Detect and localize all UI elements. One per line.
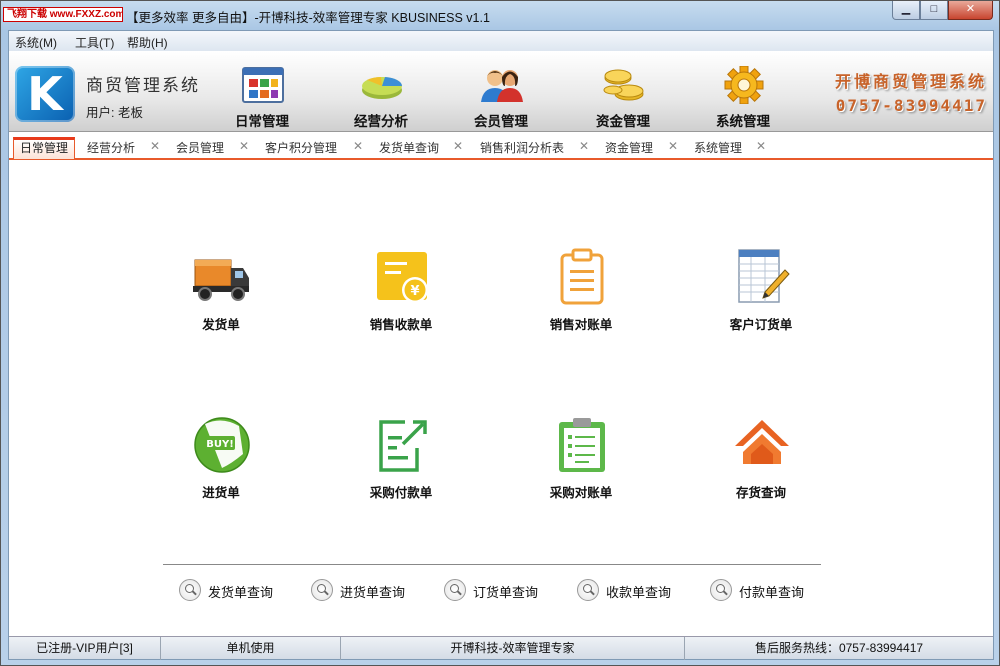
window-controls: ▁ □ ✕ [892, 1, 993, 20]
tab-close-icon[interactable]: ✕ [239, 139, 249, 153]
coins-icon [603, 69, 644, 101]
quick-label: 发货单查询 [208, 585, 274, 600]
tile-label: 存货查询 [735, 486, 786, 500]
tab-close-icon[interactable]: ✕ [353, 139, 363, 153]
brand-block: 开博商贸管理系统 0757-83994417 [835, 68, 987, 115]
brand-phone: 0757-83994417 [835, 96, 987, 115]
app-header: K 商贸管理系统 用户: 老板 日常管理 经营分析 会员管理 资金管理 系统管理… [9, 52, 993, 132]
truck-icon [193, 259, 249, 301]
menu-tools[interactable]: 工具(T) [75, 34, 114, 51]
quick-label: 进货单查询 [340, 585, 406, 600]
divider [163, 564, 821, 565]
search-icon [311, 579, 333, 601]
status-hotline: 售后服务热线：0757-83994417 [754, 641, 924, 655]
tile-label: 销售对账单 [549, 318, 613, 332]
quick-label: 收款单查询 [606, 585, 672, 600]
search-icon [179, 579, 201, 601]
search-icon [577, 579, 599, 601]
status-company: 开博科技-效率管理专家 [341, 637, 685, 660]
pie-chart-icon [362, 77, 403, 99]
document-arrow-icon [379, 420, 427, 472]
clipboard-icon [560, 248, 604, 305]
calendar-grid-icon [242, 67, 284, 103]
maximize-button[interactable]: □ [920, 1, 948, 20]
menu-system[interactable]: 系统(M) [15, 34, 57, 51]
tile-label: 采购付款单 [369, 486, 433, 500]
tab-fund-management[interactable]: 资金管理 [605, 137, 653, 159]
close-button[interactable]: ✕ [948, 1, 993, 20]
tab-close-icon[interactable]: ✕ [453, 139, 463, 153]
tile-purchase-statement[interactable]: 采购对账单 [521, 414, 641, 524]
watermark-badge: 飞翔下载 www.FXXZ.com [3, 7, 123, 22]
nav-label: 日常管理 [235, 114, 289, 129]
spreadsheet-pencil-icon [738, 249, 790, 303]
tile-customer-order[interactable]: 客户订货单 [701, 246, 821, 356]
tab-close-icon[interactable]: ✕ [150, 139, 160, 153]
tile-label: 发货单 [202, 318, 240, 332]
tab-close-icon[interactable]: ✕ [579, 139, 589, 153]
app-logo: K [15, 66, 75, 122]
title-bar: 飞翔下载 www.FXXZ.com 【更多效率 更多自由】-开博科技-效率管理专… [1, 1, 999, 29]
minimize-button[interactable]: ▁ [892, 1, 920, 20]
buy-sticker-icon: BUY! [194, 417, 250, 473]
tab-bar: 日常管理 经营分析 ✕ 会员管理 ✕ 客户积分管理 ✕ 发货单查询 ✕ 销售利润… [9, 134, 993, 160]
checklist-clipboard-icon [559, 418, 605, 472]
tile-label: 进货单 [202, 486, 240, 500]
receipt-yen-icon: ¥ [377, 252, 428, 303]
tile-sales-statement[interactable]: 销售对账单 [521, 246, 641, 356]
tab-close-icon[interactable]: ✕ [668, 139, 678, 153]
nav-system-management[interactable]: 系统管理 [693, 60, 793, 130]
tile-sales-receipt[interactable]: ¥ 销售收款单 [341, 246, 461, 356]
tab-shipment-query[interactable]: 发货单查询 [379, 137, 439, 159]
tile-label: 销售收款单 [369, 318, 433, 332]
current-user: 用户: 老板 [86, 106, 143, 120]
quick-label: 付款单查询 [739, 585, 805, 600]
nav-label: 资金管理 [596, 114, 650, 129]
gear-icon [724, 66, 764, 104]
nav-fund-management[interactable]: 资金管理 [573, 60, 673, 130]
search-icon [444, 579, 466, 601]
menu-help[interactable]: 帮助(H) [127, 34, 168, 51]
logo-letter: K [27, 67, 63, 121]
system-name: 商贸管理系统 [86, 76, 200, 95]
buy-text: BUY! [206, 439, 234, 450]
tab-system-management[interactable]: 系统管理 [694, 137, 742, 159]
tile-inventory-query[interactable]: 存货查询 [701, 414, 821, 524]
tile-shipment-order[interactable]: 发货单 [161, 246, 281, 356]
quick-label: 订货单查询 [473, 585, 539, 600]
tile-label: 采购对账单 [549, 486, 613, 500]
members-icon [481, 70, 523, 102]
yen-symbol: ¥ [410, 284, 419, 299]
tab-business-analysis[interactable]: 经营分析 [87, 137, 135, 159]
menu-bar: 系统(M) 工具(T) 帮助(H) [9, 31, 993, 51]
tab-close-icon[interactable]: ✕ [756, 139, 766, 153]
nav-member-management[interactable]: 会员管理 [451, 60, 551, 130]
tab-sales-profit[interactable]: 销售利润分析表 [480, 137, 564, 159]
nav-business-analysis[interactable]: 经营分析 [331, 60, 431, 130]
tile-purchase-payment[interactable]: 采购付款单 [341, 414, 461, 524]
tab-daily-management[interactable]: 日常管理 [13, 137, 76, 159]
app-window: 飞翔下载 www.FXXZ.com 【更多效率 更多自由】-开博科技-效率管理专… [0, 0, 1000, 666]
brand-name: 开博商贸管理系统 [834, 74, 987, 91]
tab-customer-points[interactable]: 客户积分管理 [265, 137, 337, 159]
client-area: 系统(M) 工具(T) 帮助(H) K 商贸管理系统 用户: 老板 日常管理 经… [8, 30, 994, 660]
main-content: 发货单 ¥ 销售收款单 销售对账单 客户订货单 BUY! 进货单 采购付款单 采… [9, 162, 993, 637]
tab-member-management[interactable]: 会员管理 [176, 137, 224, 159]
nav-label: 系统管理 [716, 114, 770, 129]
search-icon [710, 579, 732, 601]
tile-purchase-order[interactable]: BUY! 进货单 [161, 414, 281, 524]
nav-label: 会员管理 [474, 114, 528, 129]
nav-daily-management[interactable]: 日常管理 [212, 60, 312, 130]
window-title: 【更多效率 更多自由】-开博科技-效率管理专家 KBUSINESS v1.1 [126, 11, 490, 25]
status-registration: 已注册-VIP用户[3] [9, 637, 161, 660]
house-icon [735, 420, 789, 464]
status-mode: 单机使用 [161, 637, 341, 660]
status-bar: 已注册-VIP用户[3] 单机使用 开博科技-效率管理专家 售后服务热线：075… [9, 636, 993, 660]
nav-label: 经营分析 [354, 114, 408, 129]
tile-label: 客户订货单 [729, 318, 793, 332]
